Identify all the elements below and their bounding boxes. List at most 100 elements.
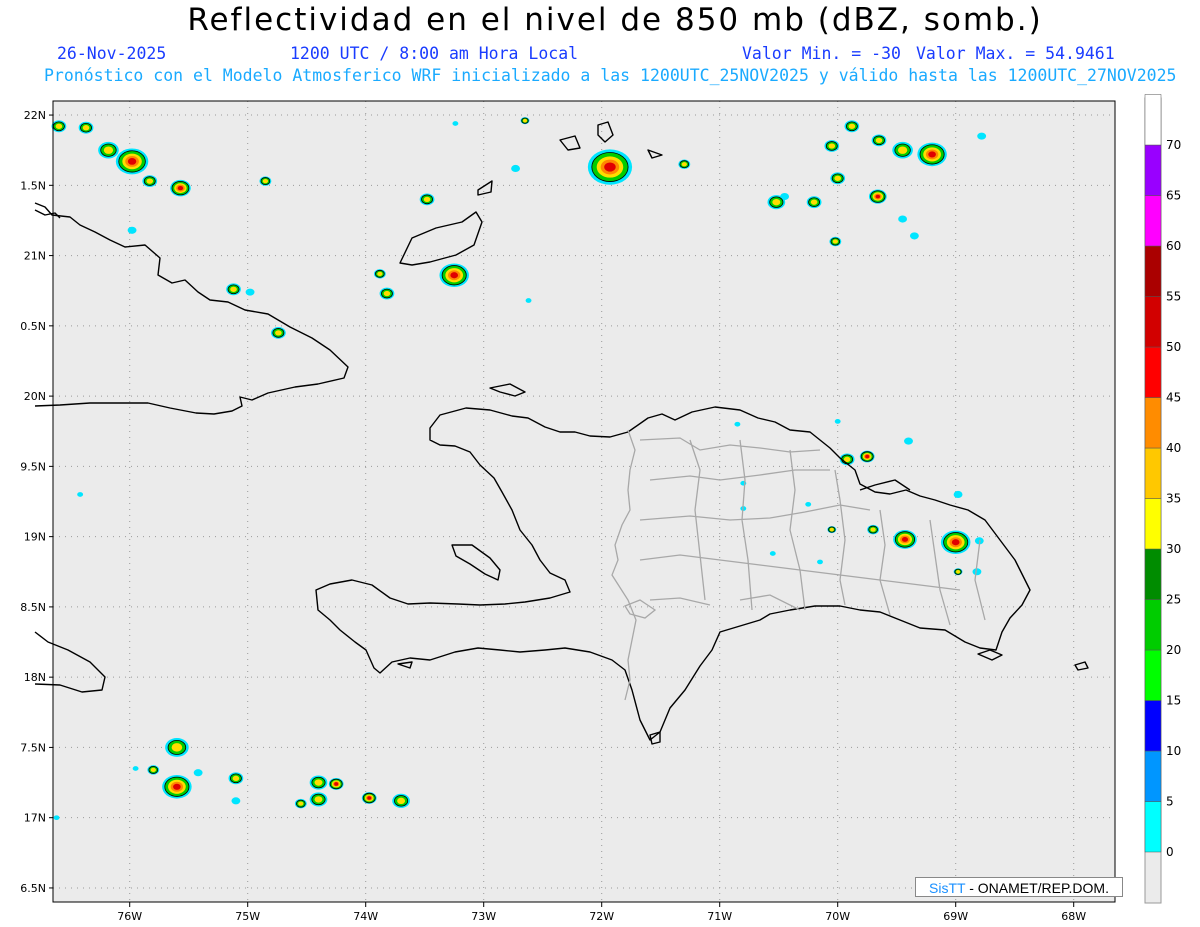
colorbar-label: 40 (1166, 441, 1181, 455)
storm-cell (827, 526, 837, 534)
cell-contour (865, 454, 870, 459)
cell-contour (452, 121, 459, 126)
cell-contour (848, 123, 856, 129)
colorbar-swatch (1144, 144, 1162, 196)
lon-label: 73W (471, 910, 496, 923)
storm-cell (893, 530, 917, 549)
cell-contour (82, 125, 90, 131)
cell-contour (314, 779, 323, 786)
storm-cell (115, 148, 149, 175)
cell-contour (397, 797, 406, 805)
storm-cell (51, 120, 67, 133)
colorbar-label: 25 (1166, 593, 1181, 607)
colorbar-label: 65 (1166, 189, 1181, 203)
colorbar-swatch (1144, 447, 1162, 499)
storm-cell (953, 568, 963, 576)
cell-contour (173, 783, 181, 790)
cell-contour (232, 775, 240, 781)
cell-contour (298, 801, 304, 806)
storm-cell (953, 490, 963, 499)
lon-label: 74W (353, 910, 378, 923)
cell-contour (511, 164, 520, 172)
credit-box: SisTT - ONAMET/REP.DOM. (915, 877, 1123, 897)
colorbar-swatch (1144, 346, 1162, 398)
storm-cell (127, 226, 137, 234)
cell-contour (245, 288, 255, 296)
cell-contour (525, 298, 532, 303)
cell-contour (772, 198, 781, 206)
storm-cell (520, 117, 530, 125)
lat-label: 19N (24, 531, 46, 544)
storm-cell (392, 793, 410, 808)
cell-contour (604, 162, 616, 172)
cell-contour (832, 239, 838, 244)
storm-cell (587, 149, 633, 185)
storm-cell (373, 269, 386, 279)
storm-cell (769, 551, 776, 556)
storm-cell (271, 326, 286, 339)
storm-cell (193, 769, 203, 777)
storm-cell (917, 142, 947, 167)
cell-contour (834, 175, 842, 181)
cell-contour (904, 437, 913, 445)
cell-contour (150, 767, 156, 773)
lat-label: 21N (24, 250, 46, 263)
storm-cell (379, 287, 395, 300)
storm-cell (309, 775, 328, 790)
storm-cell (678, 159, 691, 169)
storm-cell (259, 176, 272, 186)
lat-label: 17N (24, 812, 46, 825)
storm-cell (78, 121, 94, 134)
storm-cell (868, 189, 887, 204)
cell-contour (769, 551, 776, 556)
colorbar-label: 0 (1166, 845, 1174, 859)
cell-contour (275, 330, 282, 336)
lat-label: 0.5N (20, 320, 46, 333)
colorbar-label: 10 (1166, 744, 1181, 758)
storm-cell (309, 792, 328, 807)
cell-contour (953, 490, 963, 499)
sistt-logo: SisTT (929, 880, 966, 896)
storm-cell (898, 215, 908, 223)
lon-label: 72W (589, 910, 614, 923)
storm-cell (511, 164, 520, 172)
cell-contour (901, 536, 909, 542)
cell-contour (977, 132, 987, 140)
cell-contour (805, 501, 812, 507)
lat-label: 6.5N (20, 882, 46, 895)
storm-cell (53, 815, 60, 821)
storm-cell (940, 530, 971, 555)
storm-cell (452, 121, 459, 126)
cell-contour (828, 143, 836, 149)
storm-cell (228, 772, 244, 785)
colorbar-label: 60 (1166, 239, 1181, 253)
colorbar-swatch (1144, 700, 1162, 752)
cell-contour (951, 539, 960, 546)
storm-cell (844, 120, 860, 133)
cell-contour (367, 796, 372, 800)
cell-contour (314, 796, 323, 803)
storm-cell (909, 232, 919, 240)
storm-cell (170, 179, 191, 197)
cell-contour (875, 194, 881, 199)
cell-contour (262, 178, 269, 184)
colorbar-label: 20 (1166, 643, 1181, 657)
colorbar-swatch (1144, 397, 1162, 449)
colorbar-swatch (1144, 801, 1162, 853)
cell-contour (230, 286, 237, 292)
colorbar-swatch (1144, 94, 1162, 146)
cell-contour (875, 137, 883, 144)
cell-contour (817, 559, 823, 565)
cell-contour (377, 271, 383, 276)
storm-cell (419, 193, 435, 206)
cell-contour (127, 226, 137, 234)
cell-contour (956, 569, 961, 574)
cell-contour (909, 232, 919, 240)
colorbar-label: 55 (1166, 290, 1181, 304)
colorbar-swatch (1144, 498, 1162, 550)
colorbar-label: 35 (1166, 492, 1181, 506)
storm-cell (77, 492, 84, 497)
colorbar-swatch (1144, 245, 1162, 297)
cell-contour (334, 782, 339, 786)
cell-contour (928, 151, 936, 158)
